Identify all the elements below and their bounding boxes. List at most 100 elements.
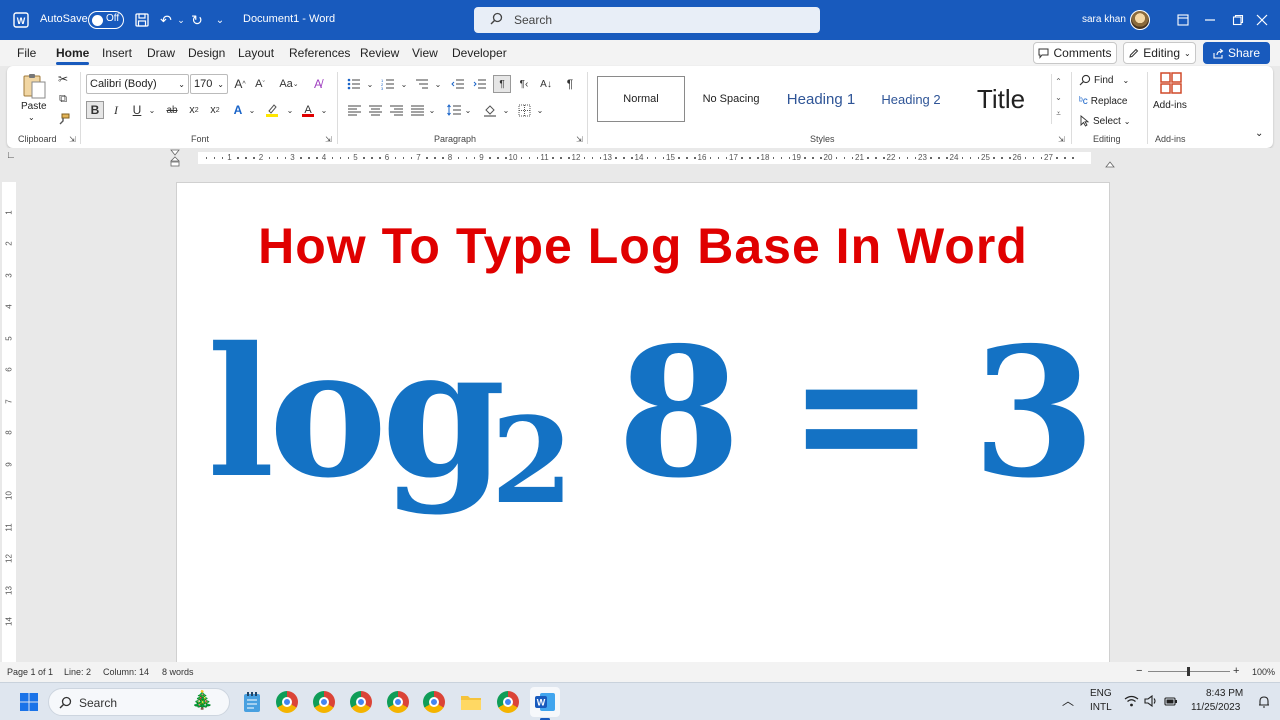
paste-chevron-icon[interactable]: ⌄ xyxy=(28,113,35,122)
bold-icon[interactable]: B xyxy=(86,101,104,119)
strikethrough-icon[interactable]: ab xyxy=(163,101,181,119)
taskbar-search-box[interactable]: Search 🎄 xyxy=(48,688,230,716)
document-heading[interactable]: How To Type Log Base In Word xyxy=(177,217,1109,275)
find-button[interactable]: Find ⌄ xyxy=(1079,71,1129,89)
select-button[interactable]: Select ⌄ xyxy=(1079,112,1131,130)
chevron-down-icon[interactable]: ⌄ xyxy=(395,75,413,93)
tab-view[interactable]: View xyxy=(412,46,438,60)
chevron-down-icon[interactable]: ⌄ xyxy=(531,101,549,119)
tab-references[interactable]: References xyxy=(289,46,350,60)
add-ins-icon[interactable] xyxy=(1159,71,1183,95)
log-equation[interactable]: log 2 8 = 3 xyxy=(207,293,1107,533)
chevron-down-icon[interactable]: ⌄ xyxy=(281,101,299,119)
chrome-icon[interactable] xyxy=(274,689,300,715)
show-formatting-icon[interactable]: ¶ xyxy=(561,75,579,93)
tab-review[interactable]: Review xyxy=(360,46,399,60)
tab-selector-icon[interactable]: ∟ xyxy=(6,150,16,161)
ltr-direction-icon[interactable]: ¶ xyxy=(493,75,511,93)
clipboard-launcher-icon[interactable]: ⇲ xyxy=(69,135,76,144)
subscript-icon[interactable]: x2 xyxy=(185,101,203,119)
battery-icon[interactable] xyxy=(1164,695,1178,710)
word-taskbar-icon[interactable]: W xyxy=(530,687,560,717)
chevron-down-icon[interactable]: ⌄ xyxy=(315,101,333,119)
start-windows-icon[interactable] xyxy=(16,689,42,715)
collapse-ribbon-icon[interactable]: ⌄ xyxy=(1255,128,1263,139)
tab-draw[interactable]: Draw xyxy=(147,46,175,60)
chrome-profile-icon[interactable] xyxy=(348,689,374,715)
replace-button[interactable]: ᵇc Replace xyxy=(1079,92,1127,110)
redo-icon[interactable]: ↻ xyxy=(187,10,207,30)
zoom-slider-thumb[interactable] xyxy=(1187,667,1190,676)
paste-label[interactable]: Paste xyxy=(21,101,47,112)
tab-design[interactable]: Design xyxy=(188,46,225,60)
chevron-down-icon[interactable]: ⌄ xyxy=(361,75,379,93)
change-case-button[interactable]: Aa ⌄ xyxy=(275,75,303,93)
zoom-level[interactable]: 100% xyxy=(1252,667,1275,677)
tab-file[interactable]: File xyxy=(17,46,36,60)
style-heading-1[interactable]: Heading 1 xyxy=(777,76,865,122)
style-heading-2[interactable]: Heading 2 xyxy=(867,76,955,122)
chrome-profile-icon[interactable] xyxy=(495,689,521,715)
chevron-down-icon[interactable]: ⌄ xyxy=(423,101,441,119)
italic-icon[interactable]: I xyxy=(107,101,125,119)
autosave-toggle[interactable]: Off xyxy=(88,11,124,29)
grow-font-icon[interactable]: A ^ xyxy=(231,75,249,93)
word-count[interactable]: 8 words xyxy=(162,667,194,677)
clock-date[interactable]: 11/25/2023 xyxy=(1191,702,1240,713)
styles-scroll-down-icon[interactable]: ⌄ xyxy=(1052,90,1065,106)
word-app-icon[interactable]: W xyxy=(11,10,31,30)
increase-indent-icon[interactable] xyxy=(471,75,489,93)
avatar[interactable] xyxy=(1130,10,1150,30)
tab-home[interactable]: Home xyxy=(56,46,90,65)
styles-launcher-icon[interactable]: ⇲ xyxy=(1058,135,1065,144)
zoom-in-icon[interactable]: + xyxy=(1233,665,1239,677)
highlight-icon[interactable] xyxy=(263,101,281,119)
chevron-down-icon[interactable]: ⌄ xyxy=(497,101,515,119)
font-launcher-icon[interactable]: ⇲ xyxy=(325,135,332,144)
paragraph-launcher-icon[interactable]: ⇲ xyxy=(576,135,583,144)
chevron-down-icon[interactable]: ⌄ xyxy=(243,101,261,119)
show-hidden-icons[interactable]: ︿ xyxy=(1062,692,1074,709)
cut-icon[interactable]: ✂ xyxy=(54,70,72,88)
styles-scroll-up-icon[interactable]: ⌃ xyxy=(1052,74,1065,90)
customize-toolbar-icon[interactable]: ⌄ xyxy=(210,10,230,30)
chevron-down-icon[interactable]: ⌄ xyxy=(143,101,161,119)
document-page[interactable]: How To Type Log Base In Word log 2 8 = 3 xyxy=(176,182,1110,662)
close-icon[interactable] xyxy=(1252,10,1272,30)
indent-marker-icon[interactable] xyxy=(170,149,180,167)
clock-time[interactable]: 8:43 PM xyxy=(1206,688,1243,699)
align-right-icon[interactable] xyxy=(387,101,405,119)
format-painter-icon[interactable] xyxy=(54,110,72,128)
clear-formatting-icon[interactable]: A̸ xyxy=(309,75,327,93)
file-explorer-icon[interactable] xyxy=(458,689,484,715)
right-indent-marker-icon[interactable] xyxy=(1105,158,1115,168)
rtl-direction-icon[interactable]: ¶‹ xyxy=(515,75,533,93)
share-button[interactable]: Share xyxy=(1203,42,1270,64)
tab-insert[interactable]: Insert xyxy=(102,46,132,60)
align-left-icon[interactable] xyxy=(345,101,363,119)
font-name-dropdown[interactable]: Calibri (Body) ⌄ xyxy=(86,74,189,94)
minimize-icon[interactable] xyxy=(1200,10,1220,30)
ruler-track[interactable]: 1 2 3 4 5 6 7 8 9 10 11 12 13 14 15 16 17 18 19 20 21 22 23 24 2… xyxy=(198,152,1091,164)
chevron-down-icon[interactable]: ⌄ xyxy=(459,101,477,119)
comments-button[interactable]: Comments xyxy=(1033,42,1117,64)
search-box[interactable]: Search xyxy=(474,7,820,33)
language-line1[interactable]: ENG xyxy=(1090,688,1112,699)
add-ins-label[interactable]: Add-ins xyxy=(1153,100,1187,111)
decrease-indent-icon[interactable] xyxy=(449,75,467,93)
save-icon[interactable] xyxy=(132,10,152,30)
sort-icon[interactable]: A↓ xyxy=(537,75,555,93)
styles-more-icon[interactable]: ⩡ xyxy=(1052,106,1065,122)
chrome-profile-icon[interactable] xyxy=(385,689,411,715)
editing-mode-button[interactable]: Editing ⌄ xyxy=(1123,42,1196,64)
styles-scroll[interactable]: ⌃ ⌄ ⩡ xyxy=(1051,74,1065,124)
language-line2[interactable]: INTL xyxy=(1090,702,1112,713)
style-normal[interactable]: Normal xyxy=(597,76,685,122)
tab-layout[interactable]: Layout xyxy=(238,46,274,60)
style-no-spacing[interactable]: No Spacing xyxy=(687,76,775,122)
tab-developer[interactable]: Developer xyxy=(452,46,507,60)
superscript-icon[interactable]: x2 xyxy=(206,101,224,119)
page-count[interactable]: Page 1 of 1 xyxy=(7,667,53,677)
volume-icon[interactable] xyxy=(1144,694,1159,710)
font-size-dropdown[interactable]: 170 ⌄ xyxy=(190,74,228,94)
